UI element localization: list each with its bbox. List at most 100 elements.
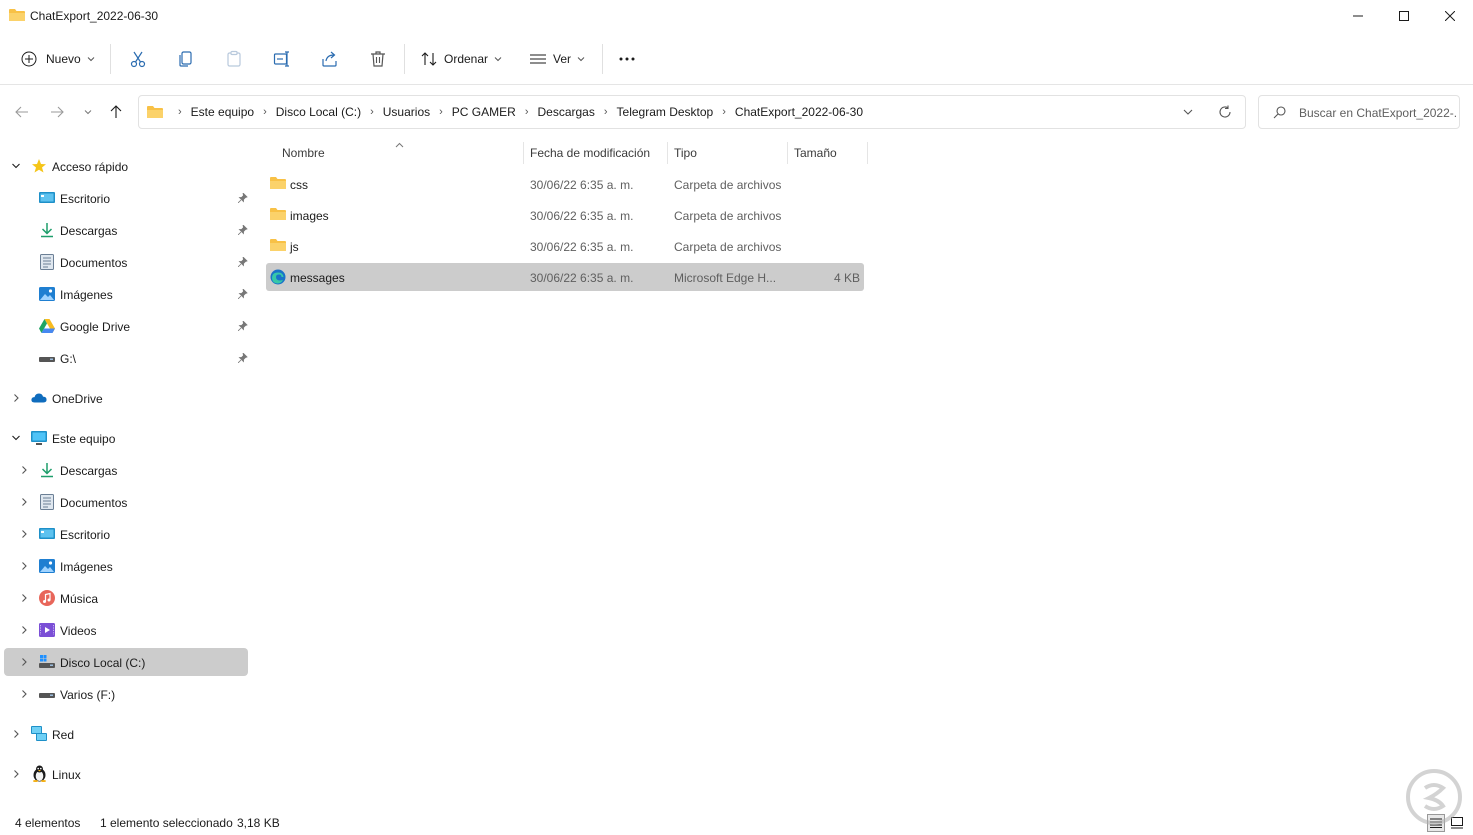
breadcrumb-item[interactable]: Este equipo (189, 105, 256, 119)
chevron-down-icon (10, 160, 22, 172)
chevron-down-icon (494, 57, 502, 62)
sidebar-item-linux[interactable]: Linux (4, 760, 248, 788)
sidebar-item-label: Acceso rápido (52, 160, 129, 174)
pin-icon[interactable] (237, 319, 248, 334)
paste-button[interactable] (225, 44, 243, 74)
sidebar-item-desktop[interactable]: Escritorio (4, 184, 248, 212)
refresh-icon (1219, 105, 1231, 118)
file-name: messages (290, 271, 345, 285)
sidebar-item-pc-desktop[interactable]: Escritorio (4, 520, 248, 548)
sidebar-item-pictures[interactable]: Imágenes (4, 280, 248, 308)
pin-icon[interactable] (237, 351, 248, 366)
file-size: 4 KB (833, 271, 860, 285)
title-bar: ChatExport_2022-06-30 (0, 0, 1473, 32)
sort-button[interactable]: Ordenar (420, 44, 502, 74)
sidebar-item-pc-music[interactable]: Música (4, 584, 248, 612)
table-row[interactable]: css 30/06/22 6:35 a. m. Carpeta de archi… (266, 170, 864, 198)
up-button[interactable] (104, 100, 128, 124)
column-header-size[interactable]: Tamaño (788, 140, 867, 166)
breadcrumb-item[interactable]: Telegram Desktop (615, 105, 716, 119)
desktop-icon (39, 190, 55, 206)
chevron-down-icon (87, 57, 95, 62)
table-row[interactable]: images 30/06/22 6:35 a. m. Carpeta de ar… (266, 201, 864, 229)
onedrive-cloud-icon (31, 390, 47, 406)
breadcrumb-item[interactable]: Descargas (535, 105, 596, 119)
sidebar-item-pc-documents[interactable]: Documentos (4, 488, 248, 516)
column-header-modified[interactable]: Fecha de modificación (524, 140, 667, 166)
table-row[interactable]: messages 30/06/22 6:35 a. m. Microsoft E… (266, 263, 864, 291)
breadcrumb-item[interactable]: PC GAMER (450, 105, 518, 119)
search-box[interactable]: Buscar en ChatExport_2022-... (1258, 95, 1460, 129)
folder-icon (270, 207, 286, 224)
pin-icon[interactable] (237, 255, 248, 270)
minimize-button[interactable] (1335, 0, 1381, 32)
linux-penguin-icon (31, 765, 47, 782)
new-button-label: Nuevo (46, 52, 81, 66)
sidebar-item-this-pc[interactable]: Este equipo (4, 424, 248, 452)
breadcrumb-item[interactable]: Disco Local (C:) (274, 105, 363, 119)
chevron-right-icon (18, 528, 30, 540)
sidebar-item-drive-f[interactable]: Varios (F:) (4, 680, 248, 708)
sidebar-item-network[interactable]: Red (4, 720, 248, 748)
video-icon (39, 622, 55, 638)
file-type: Carpeta de archivos (674, 240, 782, 254)
sidebar-item-quick-access[interactable]: Acceso rápido (4, 152, 248, 180)
sidebar-item-google-drive[interactable]: Google Drive (4, 312, 248, 340)
sidebar-item-pc-downloads[interactable]: Descargas (4, 456, 248, 484)
sidebar-item-pc-videos[interactable]: Videos (4, 616, 248, 644)
back-button[interactable] (10, 100, 34, 124)
sidebar-item-label: Música (60, 592, 99, 606)
refresh-button[interactable] (1218, 105, 1232, 122)
selection-count: 1 elemento seleccionado (100, 816, 233, 830)
file-type: Carpeta de archivos (674, 178, 782, 192)
recent-locations-button[interactable] (76, 100, 100, 124)
view-button[interactable]: Ver (529, 44, 585, 74)
forward-button[interactable] (45, 100, 69, 124)
pin-icon[interactable] (237, 191, 248, 206)
column-header-type[interactable]: Tipo (668, 140, 787, 166)
sidebar-item-local-disk-c[interactable]: Disco Local (C:) (4, 648, 248, 676)
more-options-button[interactable] (618, 44, 636, 74)
cut-button[interactable] (129, 44, 147, 74)
column-divider[interactable] (867, 142, 868, 164)
sidebar-item-label: Descargas (60, 464, 118, 478)
folder-icon (270, 176, 286, 193)
file-name: images (290, 209, 329, 223)
sidebar-item-downloads[interactable]: Descargas (4, 216, 248, 244)
sidebar-item-documents[interactable]: Documentos (4, 248, 248, 276)
table-row[interactable]: js 30/06/22 6:35 a. m. Carpeta de archiv… (266, 232, 864, 260)
drive-icon (39, 686, 55, 702)
maximize-button[interactable] (1381, 0, 1427, 32)
delete-button[interactable] (369, 44, 387, 74)
pin-icon[interactable] (237, 223, 248, 238)
sidebar-item-drive-g[interactable]: G:\ (4, 344, 248, 372)
more-dots-icon (619, 57, 635, 61)
paste-icon (227, 50, 241, 67)
separator (404, 44, 405, 74)
chevron-down-icon (1183, 109, 1193, 115)
breadcrumb: › Este equipo › Disco Local (C:) › Usuar… (171, 96, 865, 128)
close-button[interactable] (1427, 0, 1473, 32)
sort-button-label: Ordenar (444, 52, 489, 66)
rename-button[interactable] (273, 44, 291, 74)
sidebar-item-label: Imágenes (60, 288, 113, 302)
sidebar-item-pc-pictures[interactable]: Imágenes (4, 552, 248, 580)
copy-button[interactable] (177, 44, 195, 74)
chevron-right-icon (18, 624, 30, 636)
sidebar-item-label: Videos (60, 624, 97, 638)
share-button[interactable] (321, 44, 339, 74)
computer-icon (31, 430, 47, 446)
address-history-dropdown[interactable] (1182, 106, 1194, 121)
pin-icon[interactable] (237, 287, 248, 302)
breadcrumb-item[interactable]: Usuarios (381, 105, 432, 119)
sidebar-item-onedrive[interactable]: OneDrive (4, 384, 248, 412)
breadcrumb-item[interactable]: ChatExport_2022-06-30 (733, 105, 865, 119)
column-header-label: Fecha de modificación (530, 146, 651, 160)
arrow-up-icon (110, 105, 122, 118)
pictures-icon (39, 286, 55, 302)
address-bar[interactable]: › Este equipo › Disco Local (C:) › Usuar… (138, 95, 1246, 129)
sidebar-item-label: Red (52, 728, 75, 742)
new-button[interactable]: Nuevo (21, 44, 95, 74)
folder-icon (270, 238, 286, 255)
network-icon (31, 726, 47, 742)
